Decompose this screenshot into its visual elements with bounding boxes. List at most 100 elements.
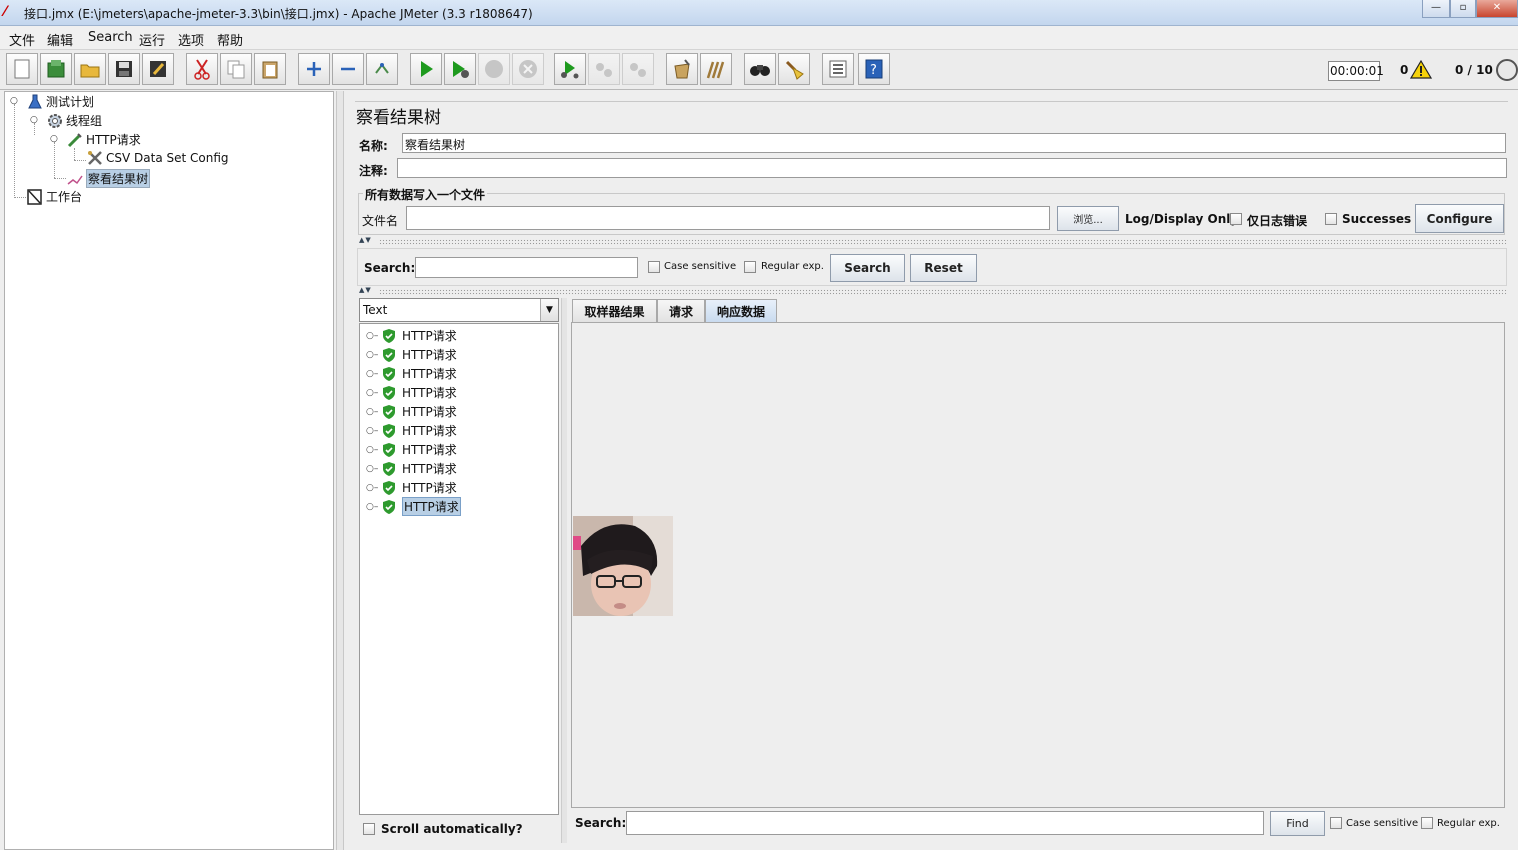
save-button[interactable] (108, 53, 140, 85)
expand-handle[interactable]: ○– (366, 350, 378, 360)
chevron-down-icon[interactable]: ▼ (540, 299, 558, 321)
response-search-input[interactable] (626, 811, 1264, 835)
paste-button[interactable] (254, 53, 286, 85)
result-item[interactable]: ○– HTTP请求 (366, 403, 457, 420)
paste-icon (262, 61, 278, 79)
response-regular-exp-checkbox[interactable] (1421, 817, 1433, 829)
browse-button[interactable]: 浏览... (1057, 206, 1119, 231)
result-item[interactable]: ○– HTTP请求 (366, 441, 457, 458)
close-button[interactable]: ✕ (1476, 0, 1518, 18)
result-item[interactable]: ○– HTTP请求 (366, 479, 457, 496)
renderer-select[interactable]: Text ▼ (359, 298, 559, 322)
open-button[interactable] (74, 53, 106, 85)
result-item[interactable]: ○– HTTP请求 (366, 422, 457, 439)
tree-node-http-request[interactable]: HTTP请求 (67, 131, 141, 148)
function-helper-button[interactable] (822, 53, 854, 85)
find-button[interactable]: Find (1270, 811, 1325, 836)
shutdown-button[interactable] (512, 53, 544, 85)
search-button[interactable] (744, 53, 776, 85)
result-item[interactable]: ○– HTTP请求 (366, 346, 457, 363)
tree-connector (14, 104, 15, 198)
maximize-button[interactable]: ▫ (1450, 0, 1476, 18)
errors-only-checkbox[interactable] (1230, 213, 1242, 225)
regular-exp-checkbox[interactable] (744, 261, 756, 273)
expand-handle[interactable]: ○– (366, 369, 378, 379)
expand-handle[interactable]: ○ (10, 97, 18, 106)
menu-bar: 文件 编辑 Search 运行 选项 帮助 (0, 26, 1518, 50)
response-case-sensitive-checkbox[interactable] (1330, 817, 1342, 829)
minimize-button[interactable]: — (1422, 0, 1450, 18)
help-button[interactable]: ? (858, 53, 890, 85)
start-no-pauses-button[interactable] (444, 53, 476, 85)
tree-node-thread-group[interactable]: 线程组 (47, 112, 102, 129)
split-pane-divider[interactable] (336, 91, 344, 850)
result-item-selected[interactable]: ○– HTTP请求 (366, 497, 461, 516)
menu-file[interactable]: 文件 (9, 30, 35, 49)
tree-node-workbench[interactable]: 工作台 (27, 188, 82, 205)
scroll-automatically-checkbox[interactable] (363, 823, 375, 835)
expand-handle[interactable]: ○ (30, 116, 38, 125)
tree-node-result-tree[interactable]: 察看结果树 (67, 169, 151, 188)
start-button[interactable] (410, 53, 442, 85)
copy-button[interactable] (220, 53, 252, 85)
name-field[interactable]: 察看结果树 (402, 133, 1506, 153)
expand-handle[interactable]: ○– (366, 388, 378, 398)
divider-grip[interactable] (379, 239, 1507, 245)
expand-handle[interactable]: ○– (366, 464, 378, 474)
tree-node-csv-config[interactable]: CSV Data Set Config (87, 150, 229, 166)
new-button[interactable] (6, 53, 38, 85)
clear-all-button[interactable] (700, 53, 732, 85)
expand-all-button[interactable] (298, 53, 330, 85)
expand-handle[interactable]: ○– (366, 407, 378, 417)
remote-stop-all-button[interactable] (588, 53, 620, 85)
successes-checkbox[interactable] (1325, 213, 1337, 225)
expand-handle[interactable]: ○ (50, 135, 58, 144)
expand-handle[interactable]: ○– (366, 483, 378, 493)
warning-icon[interactable] (1410, 59, 1432, 79)
divider-grip[interactable] (379, 289, 1507, 295)
copy-icon (227, 60, 245, 79)
expand-handle[interactable]: ○– (366, 502, 378, 512)
save-as-button[interactable] (142, 53, 174, 85)
menu-run[interactable]: 运行 (139, 30, 165, 49)
results-split-divider[interactable] (561, 298, 567, 843)
clear-button[interactable] (666, 53, 698, 85)
filename-input[interactable] (406, 206, 1050, 230)
expand-handle[interactable]: ○– (366, 426, 378, 436)
expand-handle[interactable]: ○– (366, 331, 378, 341)
result-item[interactable]: ○– HTTP请求 (366, 384, 457, 401)
stop-button[interactable] (478, 53, 510, 85)
menu-edit[interactable]: 编辑 (47, 30, 73, 49)
comment-field[interactable] (397, 158, 1507, 178)
tab-sampler-result[interactable]: 取样器结果 (572, 299, 657, 322)
pipette-icon (67, 132, 83, 148)
collapse-all-button[interactable] (332, 53, 364, 85)
result-item[interactable]: ○– HTTP请求 (366, 365, 457, 382)
tree-node-test-plan[interactable]: 测试计划 (27, 93, 94, 110)
configure-button[interactable]: Configure (1415, 204, 1504, 233)
tab-request[interactable]: 请求 (657, 299, 705, 322)
toolbar: ? 00:00:01 0 0 / 10 (0, 50, 1518, 90)
tree-connector (74, 148, 75, 160)
search-button[interactable]: Search (830, 254, 905, 282)
remote-start-all-button[interactable] (554, 53, 586, 85)
remote-shutdown-all-button[interactable] (622, 53, 654, 85)
result-item[interactable]: ○– HTTP请求 (366, 460, 457, 477)
menu-options[interactable]: 选项 (178, 30, 204, 49)
reset-button[interactable]: Reset (910, 254, 977, 282)
search-input[interactable] (415, 257, 638, 278)
reset-search-button[interactable] (778, 53, 810, 85)
cut-button[interactable] (186, 53, 218, 85)
collapse-arrows[interactable]: ▲▼ (359, 286, 372, 294)
menu-search[interactable]: Search (88, 30, 133, 45)
case-sensitive-checkbox[interactable] (648, 261, 660, 273)
toggle-button[interactable] (366, 53, 398, 85)
expand-handle[interactable]: ○– (366, 445, 378, 455)
tab-response-data[interactable]: 响应数据 (705, 299, 777, 322)
start-icon (421, 61, 433, 77)
function-helper-icon (829, 60, 847, 78)
menu-help[interactable]: 帮助 (217, 30, 243, 49)
collapse-arrows[interactable]: ▲▼ (359, 236, 372, 244)
templates-button[interactable] (40, 53, 72, 85)
result-item[interactable]: ○– HTTP请求 (366, 327, 457, 344)
